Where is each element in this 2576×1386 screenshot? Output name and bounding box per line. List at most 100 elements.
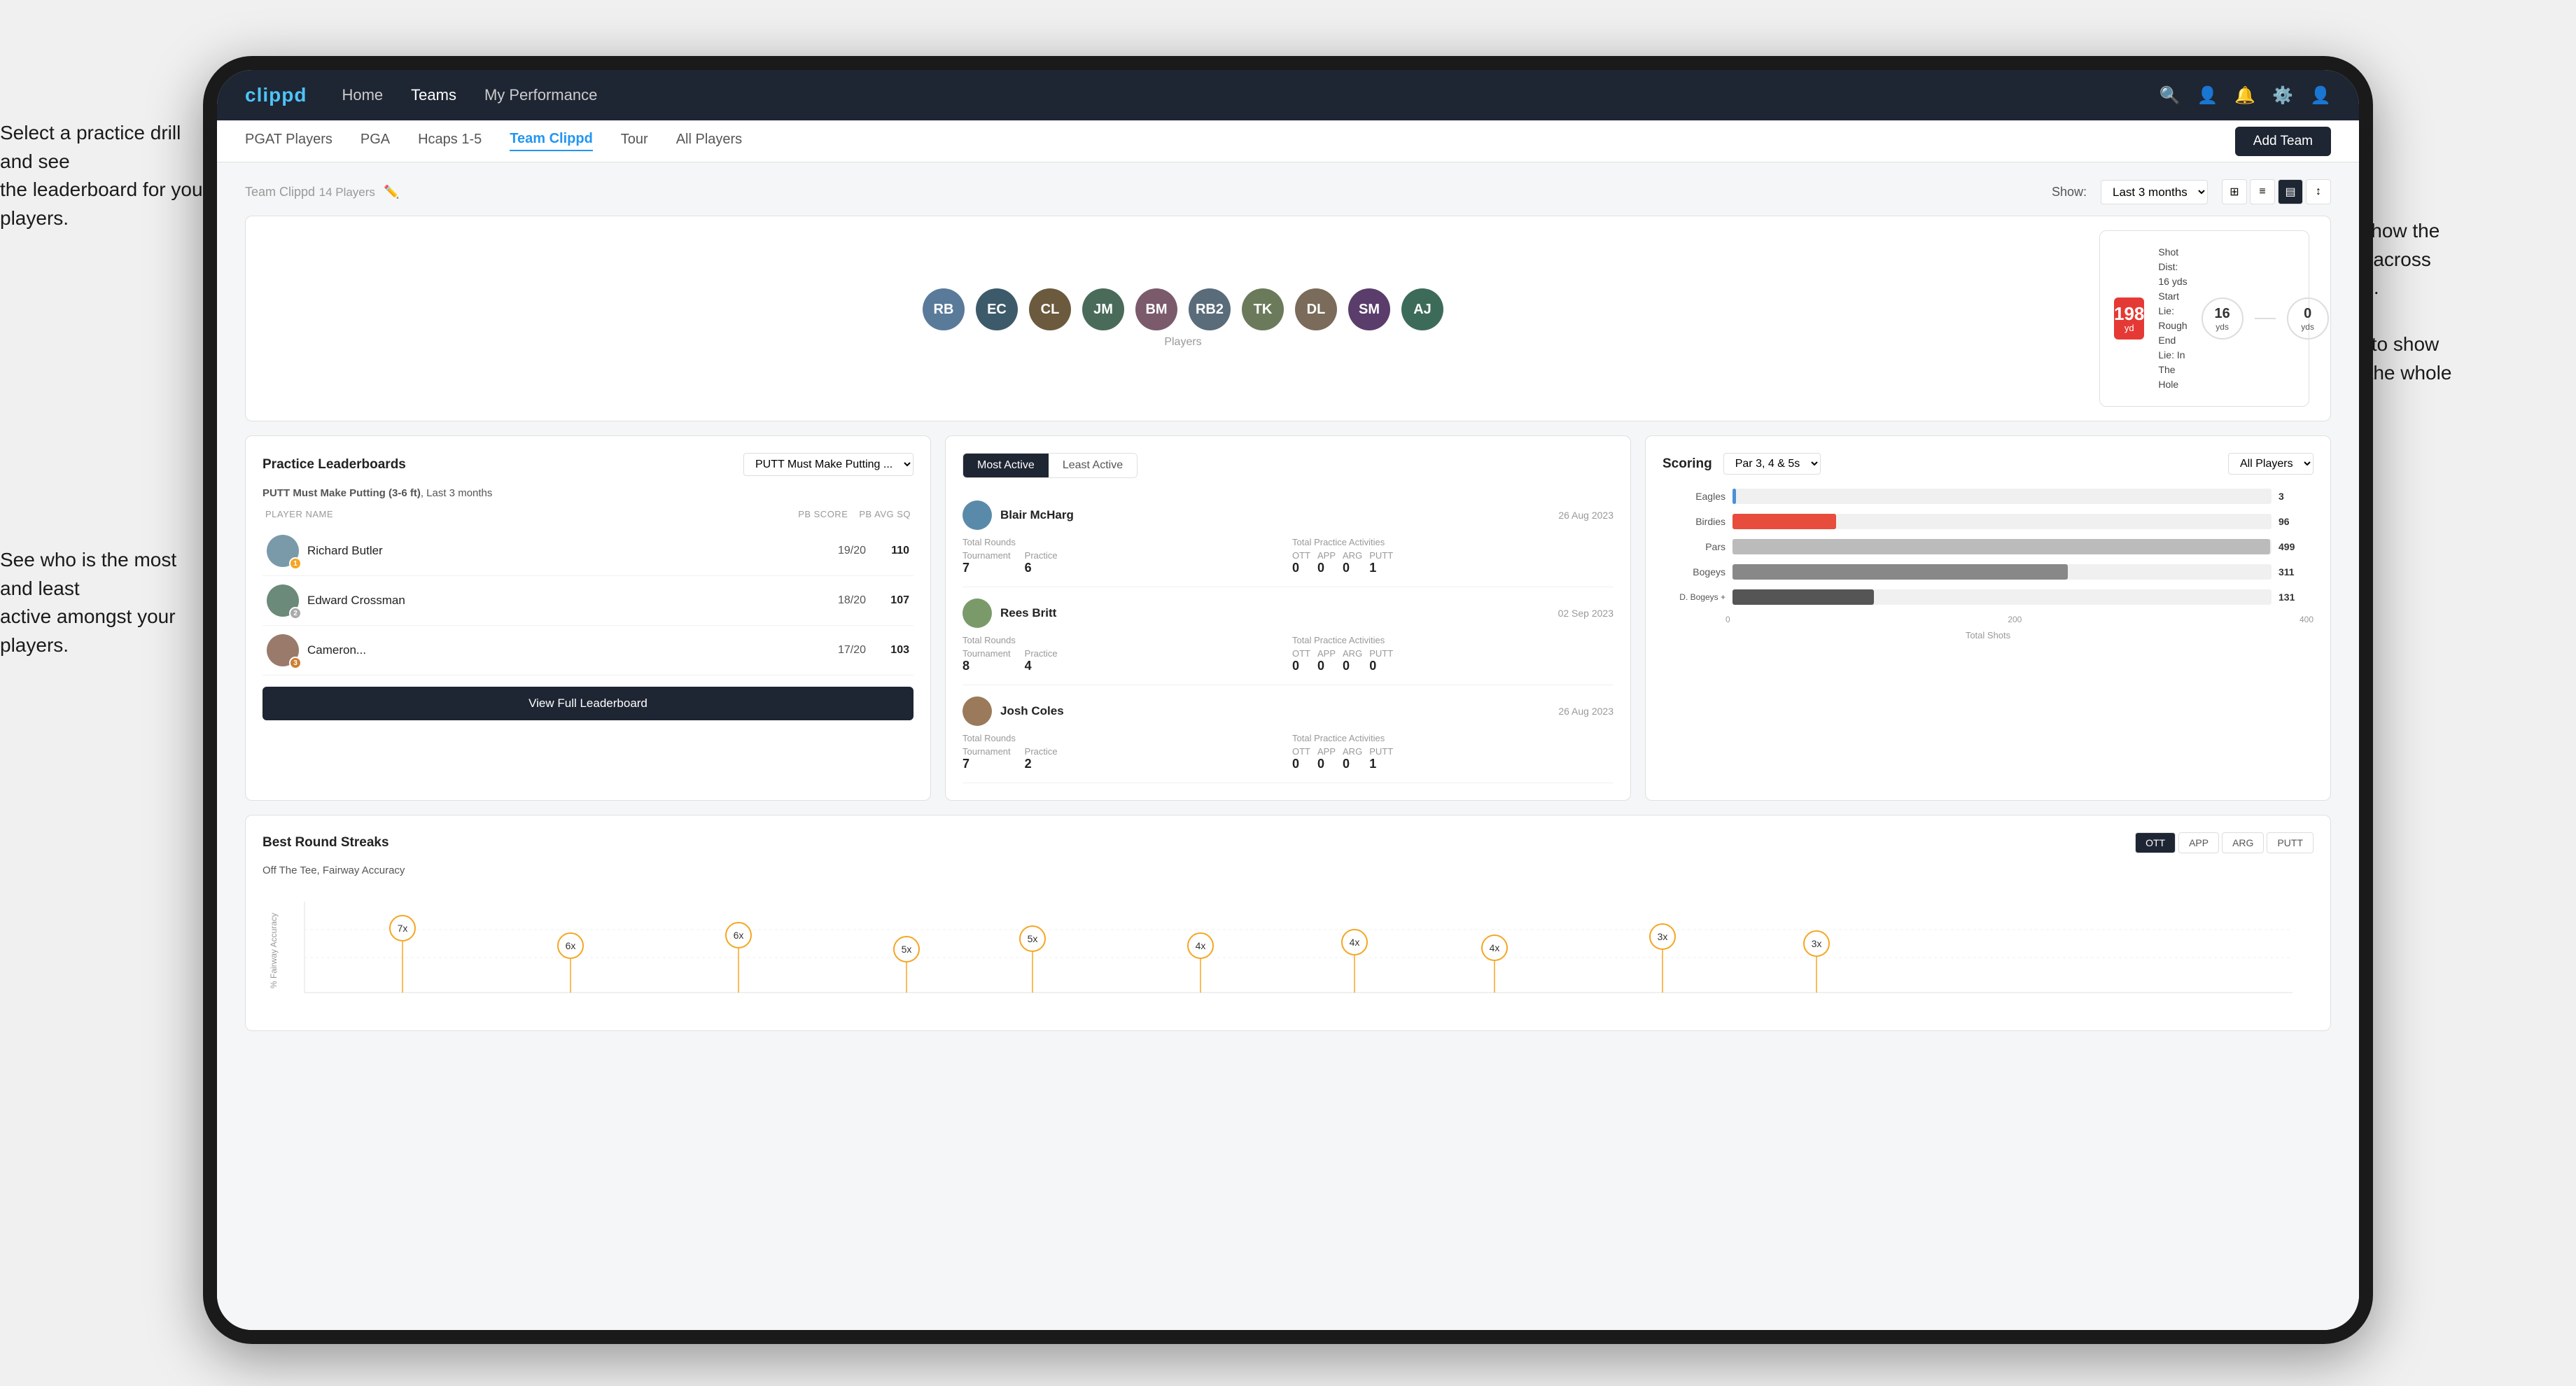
- user-avatar-icon[interactable]: 👤: [2310, 85, 2331, 106]
- player-avatars: RB EC CL JM BM RB2 TK DL SM AJ: [267, 288, 2099, 330]
- streaks-section: Best Round Streaks OTT APP ARG PUTT Off …: [245, 815, 2331, 1031]
- player-avatar[interactable]: DL: [1295, 288, 1337, 330]
- rank-badge-gold: 1: [289, 557, 302, 570]
- svg-text:5x: 5x: [1028, 933, 1038, 944]
- bar-track: [1732, 564, 2272, 580]
- view-detail-icon[interactable]: ▤: [2278, 179, 2303, 204]
- scoring-filter-players[interactable]: All Players: [2228, 453, 2314, 475]
- player-avatar[interactable]: AJ: [1401, 288, 1443, 330]
- player-avatar[interactable]: RB: [923, 288, 965, 330]
- subnav-hcaps[interactable]: Hcaps 1-5: [418, 132, 482, 150]
- leaderboard-subtitle: PUTT Must Make Putting (3-6 ft), Last 3 …: [262, 487, 913, 499]
- players-row: RB EC CL JM BM RB2 TK DL SM AJ Players: [245, 216, 2331, 421]
- subnav-pga[interactable]: PGA: [360, 132, 390, 150]
- active-player-avatar: [962, 696, 992, 726]
- axis-400: 400: [2300, 615, 2314, 624]
- total-rounds-label: Total Rounds: [962, 733, 1284, 743]
- streaks-tab-app[interactable]: APP: [2178, 832, 2219, 853]
- bar-fill: [1732, 514, 1836, 529]
- total-practice-label: Total Practice Activities: [1292, 537, 1614, 547]
- nav-links: Home Teams My Performance: [342, 86, 2124, 104]
- subnav-all-players[interactable]: All Players: [676, 132, 742, 150]
- search-icon[interactable]: 🔍: [2160, 85, 2180, 106]
- bar-value: 96: [2278, 516, 2306, 527]
- player-avatar[interactable]: BM: [1135, 288, 1177, 330]
- ott-val: 0: [1292, 561, 1310, 575]
- subnav-team-clippd[interactable]: Team Clippd: [510, 131, 593, 151]
- tournament-val: 8: [962, 659, 1011, 673]
- player-avg: 110: [874, 545, 909, 557]
- active-player-avatar: [962, 598, 992, 628]
- practice-val: 6: [1025, 561, 1058, 575]
- shot-circles: 16 yds 0 yds: [2202, 298, 2329, 340]
- tablet-frame: clippd Home Teams My Performance 🔍 👤 🔔 ⚙…: [203, 56, 2373, 1344]
- team-title: Team Clippd 14 Players: [245, 184, 375, 200]
- table-row: 3 Cameron... 17/20 103: [262, 626, 913, 676]
- view-grid-icon[interactable]: ⊞: [2222, 179, 2247, 204]
- player-avatar[interactable]: SM: [1348, 288, 1390, 330]
- streaks-tab-putt[interactable]: PUTT: [2267, 832, 2314, 853]
- bar-row-birdies: Birdies 96: [1670, 514, 2306, 529]
- chart-axis-title: Total Shots: [1662, 630, 2314, 640]
- rank-badge-bronze: 3: [289, 657, 302, 669]
- bar-label: Eagles: [1670, 491, 1726, 502]
- bar-chart: Eagles 3 Birdies 96: [1662, 489, 2314, 605]
- bar-row-dbogeys: D. Bogeys + 131: [1670, 589, 2306, 605]
- svg-text:5x: 5x: [902, 944, 912, 955]
- people-icon[interactable]: 👤: [2197, 85, 2218, 106]
- svg-text:6x: 6x: [566, 940, 576, 951]
- subnav-right: Add Team: [2235, 127, 2331, 156]
- panel-header: Practice Leaderboards PUTT Must Make Put…: [262, 453, 913, 476]
- putt-val: 1: [1369, 561, 1393, 575]
- bar-row-eagles: Eagles 3: [1670, 489, 2306, 504]
- player-avatar[interactable]: JM: [1082, 288, 1124, 330]
- streaks-tab-arg[interactable]: ARG: [2222, 832, 2264, 853]
- bar-value: 131: [2278, 592, 2306, 603]
- activity-panel-header: Most Active Least Active: [962, 453, 1614, 478]
- activity-toggle: Most Active Least Active: [962, 453, 1138, 478]
- nav-home[interactable]: Home: [342, 86, 383, 104]
- scoring-header: Scoring Par 3, 4 & 5s All Players: [1662, 453, 2314, 475]
- settings-icon[interactable]: ⚙️: [2272, 85, 2293, 106]
- nav-my-performance[interactable]: My Performance: [484, 86, 597, 104]
- view-list-icon[interactable]: ≡: [2250, 179, 2275, 204]
- show-select[interactable]: Last 3 months: [2101, 180, 2208, 204]
- total-practice-label: Total Practice Activities: [1292, 733, 1614, 743]
- drill-select[interactable]: PUTT Must Make Putting ...: [743, 453, 913, 476]
- ott-val: 0: [1292, 659, 1310, 673]
- tournament-val: 7: [962, 757, 1011, 771]
- subnav-tour[interactable]: Tour: [621, 132, 648, 150]
- annotation-bottom-left: See who is the most and leastactive amon…: [0, 546, 203, 659]
- subnav: PGAT Players PGA Hcaps 1-5 Team Clippd T…: [217, 120, 2359, 162]
- view-sort-icon[interactable]: ↕: [2306, 179, 2331, 204]
- streaks-tabs: OTT APP ARG PUTT: [2135, 832, 2314, 853]
- streaks-tab-ott[interactable]: OTT: [2135, 832, 2176, 853]
- player-avatar[interactable]: TK: [1242, 288, 1284, 330]
- subnav-pgat[interactable]: PGAT Players: [245, 132, 332, 150]
- least-active-tab[interactable]: Least Active: [1049, 454, 1137, 477]
- nav-teams[interactable]: Teams: [411, 86, 456, 104]
- tablet-screen: clippd Home Teams My Performance 🔍 👤 🔔 ⚙…: [217, 70, 2359, 1330]
- edit-icon[interactable]: ✏️: [384, 185, 399, 200]
- active-player-header: Josh Coles 26 Aug 2023: [962, 696, 1614, 726]
- shot-panel: 198 yd Shot Dist: 16 yds Start Lie: Roug…: [2099, 230, 2309, 407]
- shot-circle-2: 0 yds: [2287, 298, 2329, 340]
- most-active-tab[interactable]: Most Active: [963, 454, 1049, 477]
- annotation-top-left: Select a practice drill and seethe leade…: [0, 119, 203, 232]
- arg-val: 0: [1343, 561, 1362, 575]
- line-chart: % Fairway Accuracy 7x: [262, 888, 2314, 1014]
- svg-text:4x: 4x: [1350, 937, 1360, 948]
- bar-track: [1732, 589, 2272, 605]
- scoring-filter-par[interactable]: Par 3, 4 & 5s: [1723, 453, 1821, 475]
- arg-val: 0: [1343, 757, 1362, 771]
- app-val: 0: [1317, 659, 1336, 673]
- active-player-avatar: [962, 500, 992, 530]
- player-avatar[interactable]: EC: [976, 288, 1018, 330]
- player-avatar[interactable]: RB2: [1189, 288, 1231, 330]
- add-team-button[interactable]: Add Team: [2235, 127, 2331, 156]
- bar-label: D. Bogeys +: [1670, 592, 1726, 602]
- scoring-panel: Scoring Par 3, 4 & 5s All Players Eagles: [1645, 435, 2331, 801]
- player-avatar[interactable]: CL: [1029, 288, 1071, 330]
- view-full-leaderboard-button[interactable]: View Full Leaderboard: [262, 687, 913, 720]
- bell-icon[interactable]: 🔔: [2234, 85, 2255, 106]
